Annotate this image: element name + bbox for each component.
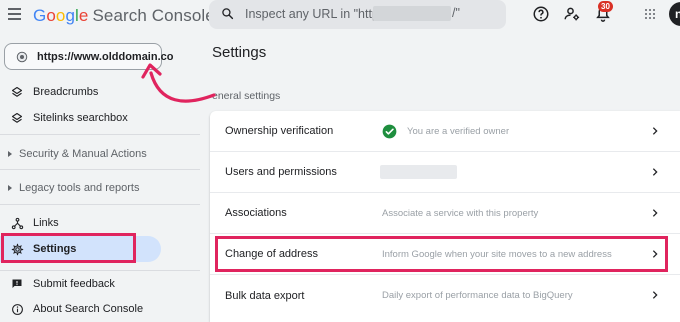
search-suffix: /" [452, 6, 460, 20]
divider [0, 204, 200, 205]
row-label: Users and permissions [225, 166, 337, 178]
logo[interactable]: Google Search Console [33, 6, 215, 26]
google-wordmark: Google [33, 6, 89, 25]
sidebar-item-label: Breadcrumbs [33, 86, 99, 98]
menu-icon[interactable] [8, 8, 21, 20]
divider [0, 270, 200, 271]
redacted-domain [373, 6, 451, 21]
chevron-right-icon [652, 168, 658, 176]
change-of-address-highlight-box [215, 236, 668, 272]
row-associations[interactable]: Associations Associate a service with th… [210, 193, 680, 234]
row-label: Bulk data export [225, 289, 305, 302]
property-selector[interactable]: https://www.olddomain.co [4, 43, 173, 70]
row-ownership-verification[interactable]: Ownership verification You are a verifie… [210, 111, 680, 152]
sidebar-section-legacy-tools[interactable]: Legacy tools and reports [0, 182, 139, 194]
layers-icon [10, 111, 24, 125]
manage-accounts-icon[interactable] [563, 5, 581, 23]
sidebar: https://www.olddomain.co Breadcrumbs Sit… [0, 31, 200, 322]
sidebar-section-security[interactable]: Security & Manual Actions [0, 148, 147, 160]
row-description: Daily export of performance data to BigQ… [382, 290, 573, 301]
sidebar-item-label: About Search Console [33, 303, 144, 315]
sidebar-item-about[interactable]: About Search Console [0, 298, 200, 320]
property-url: https://www.olddomain.co [37, 51, 174, 63]
row-label: Ownership verification [225, 125, 334, 137]
verified-check-icon [382, 124, 397, 139]
divider [0, 134, 200, 135]
sidebar-item-label: Submit feedback [33, 278, 115, 290]
search-icon [222, 8, 234, 20]
row-description: Associate a service with this property [382, 207, 539, 219]
chevron-right-icon [652, 209, 658, 217]
help-icon[interactable] [532, 5, 550, 23]
settings-highlight-box [1, 233, 136, 263]
sidebar-item-links[interactable]: Links [0, 212, 200, 234]
top-bar: GoogleSearch Console /" 30 n [0, 0, 680, 31]
expand-caret-icon [8, 151, 12, 157]
chevron-right-icon [652, 127, 658, 135]
sidebar-item-label: Links [33, 217, 59, 229]
layers-icon [10, 85, 24, 99]
section-label: Security & Manual Actions [19, 148, 147, 160]
section-heading: eneral settings [212, 90, 281, 102]
globe-icon [16, 51, 28, 63]
feedback-icon [10, 277, 24, 291]
product-name: Search Console [92, 6, 215, 25]
divider [0, 169, 200, 170]
sidebar-item-sitelinks-searchbox[interactable]: Sitelinks searchbox [0, 107, 200, 129]
notification-count-badge: 30 [598, 1, 613, 12]
redacted-value [380, 165, 457, 179]
links-icon [10, 216, 24, 230]
row-description: You are a verified owner [407, 125, 510, 137]
row-label: Associations [225, 207, 287, 219]
section-label: Legacy tools and reports [19, 182, 140, 194]
url-inspect-search[interactable]: /" [209, 0, 506, 29]
row-bulk-data-export[interactable]: Bulk data export Daily export of perform… [210, 275, 680, 316]
page-title: Settings [212, 44, 267, 61]
sidebar-item-label: Sitelinks searchbox [33, 112, 128, 124]
sidebar-item-submit-feedback[interactable]: Submit feedback [0, 273, 200, 295]
settings-card: Ownership verification You are a verifie… [210, 111, 680, 322]
expand-caret-icon [8, 185, 12, 191]
info-icon [10, 302, 24, 316]
avatar[interactable]: n [669, 2, 680, 26]
chevron-right-icon [652, 291, 658, 299]
sidebar-item-breadcrumbs[interactable]: Breadcrumbs [0, 81, 200, 103]
apps-icon[interactable] [645, 9, 655, 19]
row-users-and-permissions[interactable]: Users and permissions [210, 152, 680, 193]
